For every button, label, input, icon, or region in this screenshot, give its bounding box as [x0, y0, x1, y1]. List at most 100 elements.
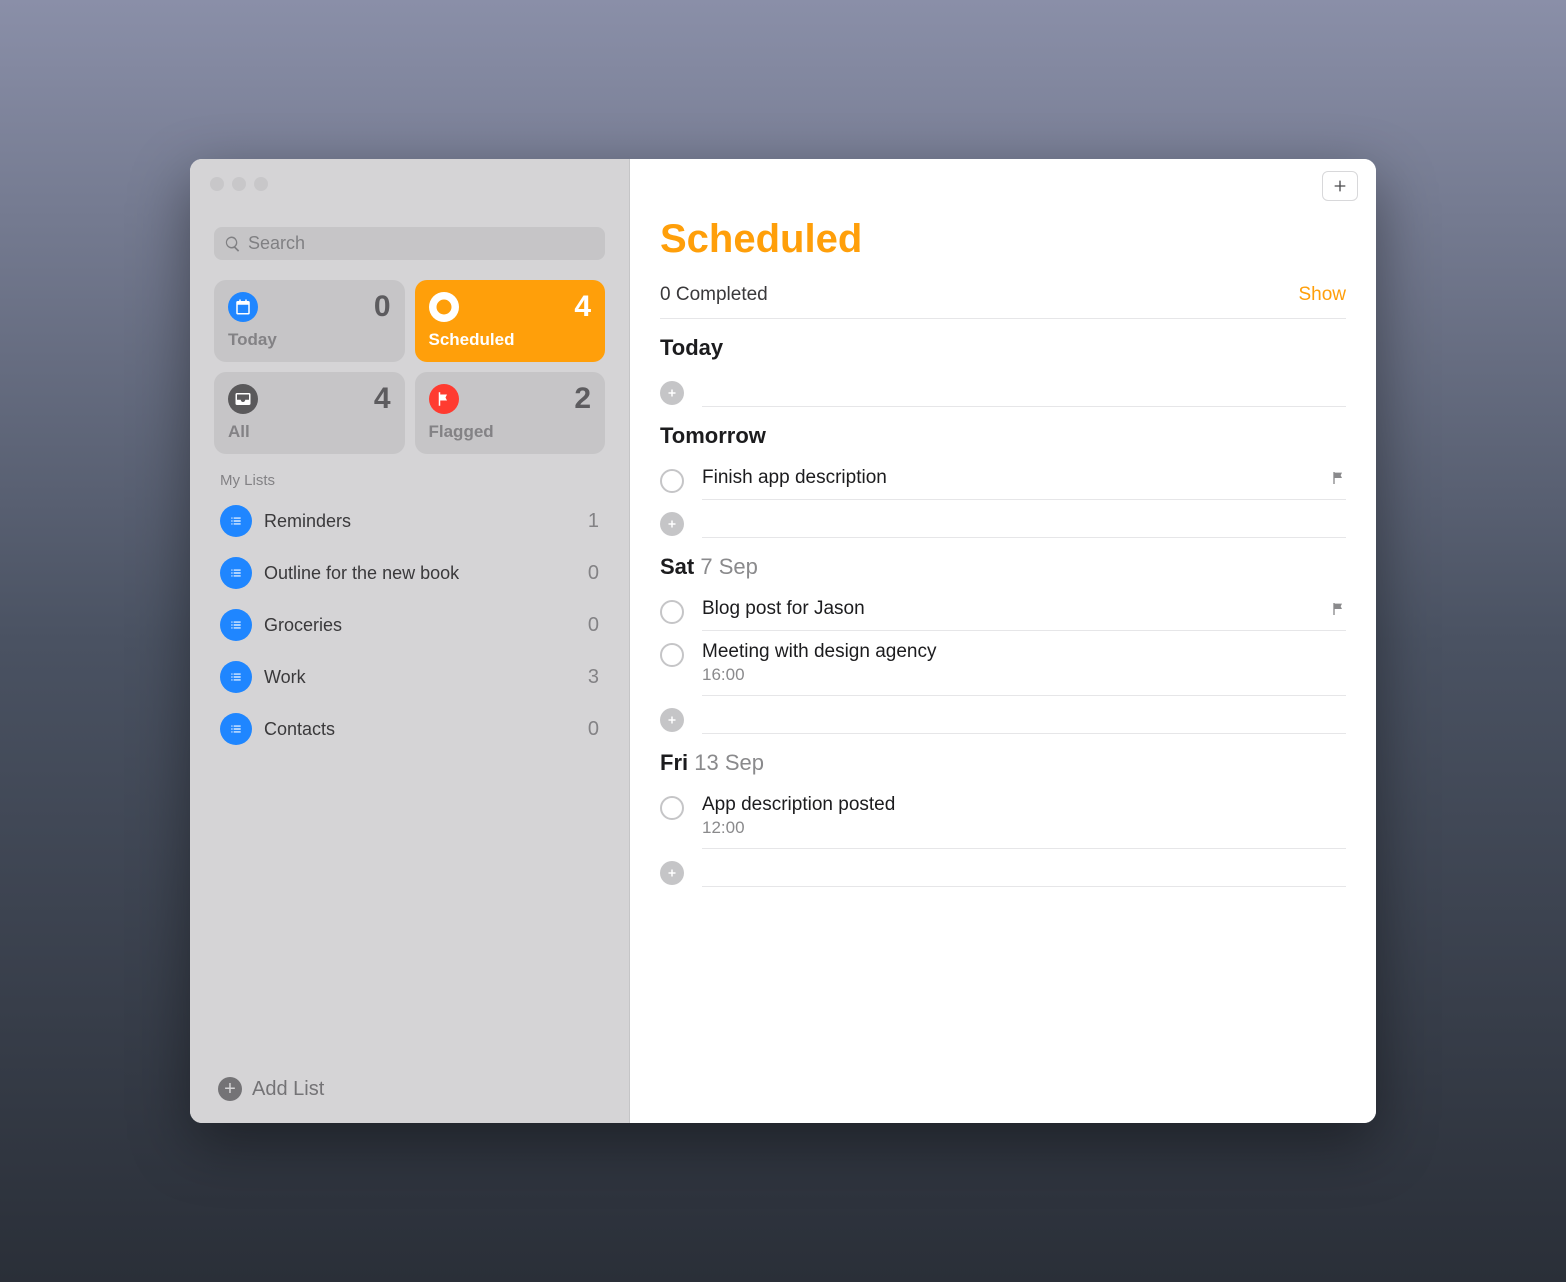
group-header-date: 13 Sep — [694, 750, 764, 775]
reminder-title: Finish app description — [702, 467, 887, 489]
main-panel: Scheduled 0 Completed Show Today Tomorro… — [630, 159, 1376, 1123]
overview-count: 0 — [374, 290, 391, 324]
list-count: 1 — [588, 510, 599, 533]
reminder-checkbox[interactable] — [660, 600, 684, 624]
flag-icon — [429, 384, 459, 414]
completed-row: 0 Completed Show — [660, 284, 1346, 319]
list-item[interactable]: Outline for the new book 0 — [208, 547, 611, 599]
show-completed-link[interactable]: Show — [1298, 284, 1346, 306]
overview-label: Today — [228, 330, 391, 350]
list-bullet-icon — [220, 609, 252, 641]
overview-count: 4 — [574, 290, 591, 324]
list-item[interactable]: Contacts 0 — [208, 703, 611, 755]
reminder-checkbox[interactable] — [660, 643, 684, 667]
close-window-button[interactable] — [210, 177, 224, 191]
date-group: Today — [660, 335, 1346, 407]
date-group: Sat 7 Sep Blog post for Jason Meeting wi… — [660, 554, 1346, 734]
reminder-item[interactable]: Meeting with design agency 16:00 — [660, 631, 1346, 696]
list-count: 0 — [588, 614, 599, 637]
reminder-time: 12:00 — [702, 818, 1346, 838]
reminder-item[interactable]: Blog post for Jason — [660, 588, 1346, 631]
add-reminder-button[interactable] — [1322, 171, 1358, 201]
reminder-title: App description posted — [702, 794, 895, 816]
overview-label: Flagged — [429, 422, 592, 442]
add-reminder-inline[interactable] — [660, 696, 1346, 734]
group-header-day: Today — [660, 335, 723, 360]
plus-circle-icon[interactable] — [660, 708, 684, 732]
my-lists: Reminders 1 Outline for the new book 0 G… — [190, 493, 629, 1065]
overview-count: 4 — [374, 382, 391, 416]
list-label: Contacts — [264, 719, 576, 740]
plus-circle-icon[interactable] — [660, 861, 684, 885]
overview-card-scheduled[interactable]: 4 Scheduled — [415, 280, 606, 362]
date-group-header: Sat 7 Sep — [660, 554, 1346, 580]
minimize-window-button[interactable] — [232, 177, 246, 191]
list-bullet-icon — [220, 661, 252, 693]
search-icon — [224, 235, 242, 253]
list-item[interactable]: Groceries 0 — [208, 599, 611, 651]
new-reminder-field[interactable] — [702, 379, 1346, 407]
sidebar: 0 Today 4 Scheduled 4 — [190, 159, 630, 1123]
list-bullet-icon — [220, 505, 252, 537]
main-toolbar — [630, 159, 1376, 201]
reminder-item[interactable]: Finish app description — [660, 457, 1346, 500]
group-header-date: 7 Sep — [700, 554, 758, 579]
list-count: 0 — [588, 718, 599, 741]
add-reminder-inline[interactable] — [660, 849, 1346, 887]
list-count: 0 — [588, 562, 599, 585]
list-label: Outline for the new book — [264, 563, 576, 584]
maximize-window-button[interactable] — [254, 177, 268, 191]
add-list-button[interactable]: + Add List — [190, 1065, 629, 1123]
plus-circle-icon[interactable] — [660, 512, 684, 536]
inbox-icon — [228, 384, 258, 414]
list-bullet-icon — [220, 557, 252, 589]
date-group-header: Tomorrow — [660, 423, 1346, 449]
search-input[interactable] — [248, 233, 595, 254]
date-group-header: Fri 13 Sep — [660, 750, 1346, 776]
plus-circle-icon[interactable] — [660, 381, 684, 405]
app-window: 0 Today 4 Scheduled 4 — [190, 159, 1376, 1123]
reminder-time: 16:00 — [702, 665, 1346, 685]
list-bullet-icon — [220, 713, 252, 745]
page-title: Scheduled — [660, 217, 1346, 262]
new-reminder-field[interactable] — [702, 706, 1346, 734]
flag-icon — [1330, 469, 1346, 487]
reminder-checkbox[interactable] — [660, 469, 684, 493]
list-label: Groceries — [264, 615, 576, 636]
flag-icon — [1330, 600, 1346, 618]
list-count: 3 — [588, 666, 599, 689]
overview-cards: 0 Today 4 Scheduled 4 — [190, 270, 629, 468]
group-header-day: Fri — [660, 750, 688, 775]
calendar-icon — [228, 292, 258, 322]
date-group: Tomorrow Finish app description — [660, 423, 1346, 538]
reminder-checkbox[interactable] — [660, 796, 684, 820]
overview-card-today[interactable]: 0 Today — [214, 280, 405, 362]
overview-card-all[interactable]: 4 All — [214, 372, 405, 454]
reminder-item[interactable]: App description posted 12:00 — [660, 784, 1346, 849]
window-controls — [190, 159, 629, 209]
add-reminder-inline[interactable] — [660, 369, 1346, 407]
list-item[interactable]: Work 3 — [208, 651, 611, 703]
list-item[interactable]: Reminders 1 — [208, 495, 611, 547]
list-label: Reminders — [264, 511, 576, 532]
add-reminder-inline[interactable] — [660, 500, 1346, 538]
date-group: Fri 13 Sep App description posted 12:00 — [660, 750, 1346, 887]
overview-count: 2 — [574, 382, 591, 416]
search-field[interactable] — [214, 227, 605, 260]
group-header-day: Sat — [660, 554, 694, 579]
reminder-title: Blog post for Jason — [702, 598, 865, 620]
overview-label: Scheduled — [429, 330, 592, 350]
overview-card-flagged[interactable]: 2 Flagged — [415, 372, 606, 454]
group-header-day: Tomorrow — [660, 423, 766, 448]
new-reminder-field[interactable] — [702, 859, 1346, 887]
my-lists-header: My Lists — [190, 468, 629, 493]
overview-label: All — [228, 422, 391, 442]
reminder-title: Meeting with design agency — [702, 641, 936, 663]
add-list-label: Add List — [252, 1078, 324, 1101]
plus-circle-icon: + — [218, 1077, 242, 1101]
plus-icon — [1332, 178, 1348, 194]
list-label: Work — [264, 667, 576, 688]
completed-label: 0 Completed — [660, 284, 768, 306]
new-reminder-field[interactable] — [702, 510, 1346, 538]
date-group-header: Today — [660, 335, 1346, 361]
